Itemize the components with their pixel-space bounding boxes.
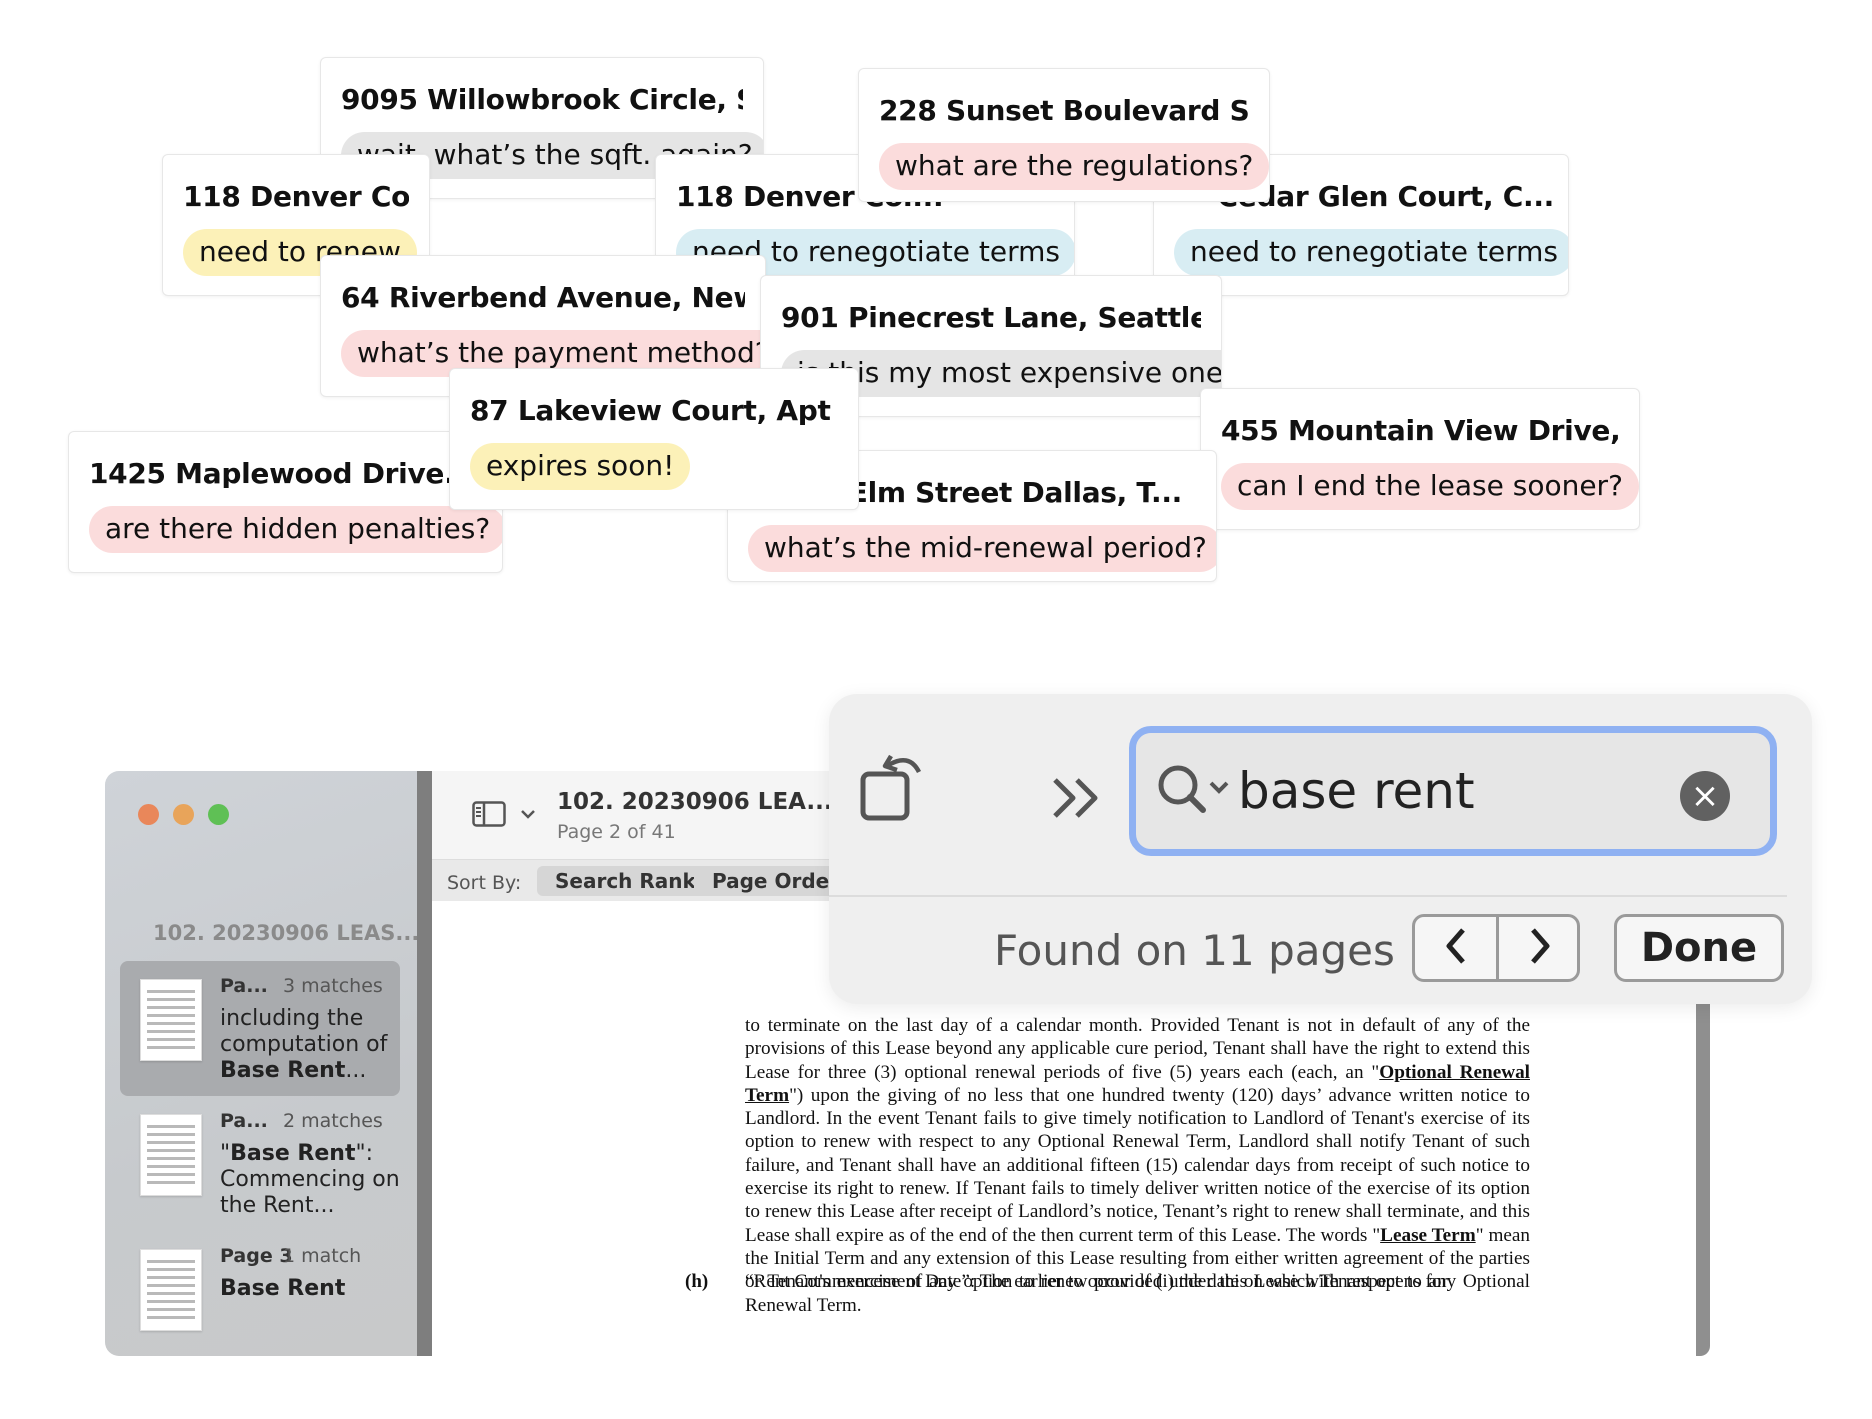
result-page: Pa... (220, 975, 268, 997)
found-count-label: Found on 11 pages (994, 926, 1395, 975)
question-chip: what’s the mid-renewal period? (748, 525, 1216, 572)
sidebar-toggle-icon[interactable] (472, 801, 506, 832)
minimize-window-button[interactable] (173, 804, 194, 825)
property-card[interactable]: 455 Mountain View Drive, B... can I end … (1200, 388, 1640, 530)
search-sidebar: 102. 20230906 LEAS... Pa... 3 matches in… (105, 771, 420, 1356)
more-chevrons-icon[interactable] (1051, 774, 1105, 827)
chevron-down-icon[interactable] (520, 807, 536, 825)
search-icon[interactable] (1156, 763, 1231, 824)
sidebar-title: 102. 20230906 LEAS... (153, 921, 420, 945)
result-navigation (1412, 914, 1580, 982)
property-card[interactable]: 1425 Maplewood Drive... are there hidden… (68, 431, 503, 573)
page-indicator: Page 2 of 41 (557, 821, 676, 843)
page-thumbnail (140, 1249, 202, 1331)
page-thumbnail (140, 979, 202, 1061)
question-chip: can I end the lease sooner? (1221, 463, 1639, 510)
search-result-item[interactable]: Pa... 2 matches "Base Rent": Commencing … (120, 1096, 400, 1231)
done-button[interactable]: Done (1614, 914, 1784, 982)
result-match-count: 2 matches (283, 1110, 383, 1132)
page-thumbnail (140, 1114, 202, 1196)
result-match-count: 1 match (283, 1245, 362, 1267)
card-title: 118 Denver Col... (183, 183, 409, 211)
search-field[interactable]: × (1129, 726, 1777, 856)
chevron-left-icon (1443, 926, 1469, 971)
card-title: 455 Mountain View Drive, B... (1221, 417, 1619, 445)
popup-divider (829, 895, 1787, 897)
previous-match-button[interactable] (1415, 917, 1496, 979)
sidebar-divider[interactable] (417, 771, 432, 1356)
result-snippet: including the computation of Base Rent..… (220, 1006, 388, 1083)
search-result-item[interactable]: Pa... 3 matches including the computatio… (120, 961, 400, 1096)
chevron-right-icon (1527, 926, 1553, 971)
question-chip: what are the regulations? (879, 143, 1269, 190)
question-chip: are there hidden penalties? (89, 506, 502, 553)
result-snippet: Base Rent (220, 1276, 346, 1301)
result-page: Pa... (220, 1110, 268, 1132)
question-chip: expires soon! (470, 443, 691, 490)
card-title: 9095 Willowbrook Circle, S... (341, 86, 743, 114)
card-title: 228 Sunset Boulevard Sui... (879, 97, 1249, 125)
property-card[interactable]: 228 Sunset Boulevard Sui... what are the… (858, 68, 1270, 202)
find-popup: × Found on 11 pages Done (829, 694, 1812, 1004)
zoom-window-button[interactable] (208, 804, 229, 825)
next-match-button[interactable] (1499, 917, 1580, 979)
result-match-count: 3 matches (283, 975, 383, 997)
section-text: “Rent Commencement Date”: The earlier to… (745, 1271, 1448, 1292)
section-label: (h) (685, 1271, 709, 1292)
close-window-button[interactable] (138, 804, 159, 825)
clear-search-icon[interactable]: × (1680, 771, 1730, 821)
card-title: 64 Riverbend Avenue, Newar... (341, 284, 745, 312)
sort-search-rank-button[interactable]: Search Rank (537, 866, 714, 896)
search-input[interactable] (1236, 755, 1660, 827)
rotate-icon[interactable] (859, 744, 929, 829)
sort-label: Sort By: (447, 872, 522, 894)
question-chip: need to renegotiate terms (1174, 229, 1568, 276)
card-title: 901 Pinecrest Lane, Seattle,... (781, 304, 1201, 332)
document-title: 102. 20230906 LEA... (557, 789, 833, 815)
card-title: 1425 Maplewood Drive... (89, 460, 476, 488)
card-title: 87 Lakeview Court, Apt 3... (470, 397, 838, 425)
property-card[interactable]: 87 Lakeview Court, Apt 3... expires soon… (449, 368, 859, 510)
result-snippet: "Base Rent": Commencing on the Rent... (220, 1141, 400, 1218)
search-result-item[interactable]: Page 3 1 match Base Rent (120, 1231, 400, 1356)
result-page: Page 3 (220, 1245, 293, 1267)
